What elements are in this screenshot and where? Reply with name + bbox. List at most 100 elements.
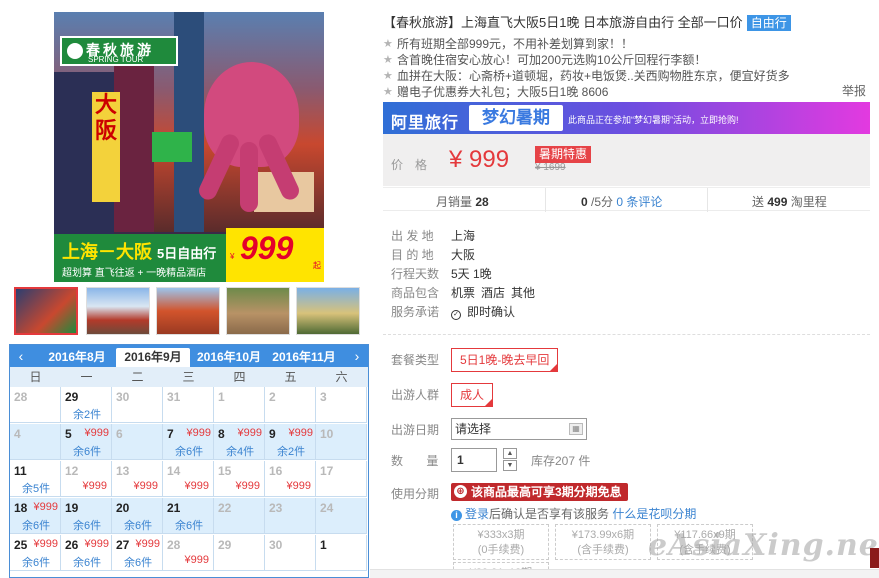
calendar-day-number: 19 [65, 501, 79, 515]
calendar-month-tab[interactable]: 2016年9月 [116, 348, 190, 367]
calendar-day[interactable]: 29 余2件 [61, 387, 112, 423]
calendar-day: 4 [10, 424, 61, 460]
promo-banner[interactable]: 阿里旅行 梦幻暑期 此商品正在参加“梦幻暑期”活动，立即抢购! [383, 102, 870, 134]
calendar-day-number: 31 [167, 390, 181, 404]
calendar-day-number: 18 [14, 501, 28, 515]
rating: 0 /5分 0 条评论 [581, 195, 663, 209]
calendar-day[interactable]: 26 ¥999 余6件 [61, 535, 112, 571]
login-link[interactable]: 登录 [465, 507, 489, 521]
banner-price-box: ¥ 999 起 [226, 228, 324, 282]
trip-details: 出 发 地上海 目 的 地大阪 行程天数 5天 1晚 商品包含 机票 酒店 其他 服务承… [391, 227, 861, 322]
calendar-month-tab[interactable]: 2016年10月 [192, 348, 266, 367]
calendar-day-number: 13 [116, 464, 130, 478]
installment-plan[interactable]: ¥333x3期 (0手续费) [453, 524, 549, 560]
calendar-day: 23 [265, 498, 316, 534]
stock-count: 库存207 件 [531, 454, 591, 468]
calendar-day[interactable]: 21 余6件 [163, 498, 214, 534]
calendar-day-number: 27 [116, 538, 130, 552]
calendar-day-number: 4 [14, 427, 21, 441]
calendar-day[interactable]: 5 ¥999 余6件 [61, 424, 112, 460]
building [174, 12, 204, 232]
calendar-day[interactable]: 27 ¥999 余6件 [112, 535, 163, 571]
detail-row-includes: 商品包含 机票 酒店 其他 [391, 286, 536, 300]
original-price: ¥ 1699 [535, 162, 566, 173]
reviews-link[interactable]: 0 条评论 [616, 195, 662, 209]
divider [383, 334, 870, 335]
departure-calendar: ‹ 2016年8月 2016年9月 2016年10月 2016年11月 › 日 一… [9, 344, 369, 578]
calendar-day-number: 5 [65, 427, 72, 441]
banner-route: 上海－大阪 [62, 242, 152, 262]
building [114, 42, 154, 232]
calendar-day: 28 ¥999 [163, 535, 214, 571]
quantity-input[interactable] [451, 448, 497, 472]
calendar-day-stock: 余4件 [226, 446, 255, 458]
calendar-day-number: 1 [320, 538, 327, 552]
calendar-day[interactable]: 25 ¥999 余6件 [10, 535, 61, 571]
calendar-day: 30 [265, 535, 316, 571]
calendar-day-price: ¥999 [184, 480, 209, 492]
calendar-day[interactable]: 20 余6件 [112, 498, 163, 534]
travel-date-input[interactable]: 请选择 [451, 418, 587, 440]
quantity-increase-button[interactable]: ▲ [503, 448, 517, 459]
promo-campaign: 梦幻暑期 [469, 105, 563, 131]
calendar-day-price: ¥999 [237, 427, 262, 439]
calendar-day-number: 23 [269, 501, 283, 515]
calendar-day[interactable]: 19 余6件 [61, 498, 112, 534]
highlight-item: ★ 血拼在大阪：心斋桥+道顿堀，药妆+电饭煲..关西购物胜东京，便宜好货多 [383, 69, 790, 83]
calendar-icon[interactable]: ▦ [569, 423, 583, 435]
calendar-day: 12 ¥999 [61, 461, 112, 497]
thumbnail[interactable] [86, 287, 150, 335]
thumbnail[interactable] [296, 287, 360, 335]
price-label: 价格 [391, 158, 440, 172]
calendar-day-stock: 余6件 [175, 446, 204, 458]
calendar-day[interactable]: 8 ¥999 余4件 [214, 424, 265, 460]
promo-brand: 阿里旅行 [391, 115, 460, 132]
calendar-day-number: 29 [65, 390, 79, 404]
calendar-day-number: 15 [218, 464, 232, 478]
calendar-weekday: 日 [29, 370, 42, 384]
star-icon: ★ [383, 86, 393, 98]
calendar-month-tab[interactable]: 2016年11月 [267, 348, 341, 367]
thumbnail[interactable] [156, 287, 220, 335]
calendar-prev-button[interactable]: ‹ [10, 345, 32, 367]
calendar-day-stock: 余6件 [73, 557, 102, 569]
calendar-day: 3 [316, 387, 367, 423]
calendar-day-stock: 余6件 [73, 446, 102, 458]
travelers-label: 出游人群 [391, 388, 440, 402]
detail-row-service: 服务承诺 ✓ 即时确认 [391, 305, 516, 320]
calendar-day-number: 16 [269, 464, 283, 478]
package-option[interactable]: 5日1晚-晚去早回 [451, 348, 559, 372]
calendar-next-button[interactable]: › [346, 345, 368, 367]
installment-icon: ⊕ [454, 485, 467, 498]
calendar-day-price: ¥999 [235, 480, 260, 492]
side-decoration [870, 548, 879, 568]
thumbnail[interactable] [226, 287, 290, 335]
report-link[interactable]: 举报 [842, 82, 866, 99]
calendar-day-stock: 余5件 [22, 483, 51, 495]
huabei-link[interactable]: 什么是花呗分期 [612, 507, 696, 521]
calendar-day[interactable]: 18 ¥999 余6件 [10, 498, 61, 534]
calendar-day[interactable]: 9 ¥999 余2件 [265, 424, 316, 460]
calendar-day-number: 28 [167, 538, 181, 552]
banner-price: 999 [240, 230, 294, 266]
calendar-weekday: 六 [335, 370, 348, 384]
main-product-image[interactable]: 大阪 春秋旅游 SPRING TOUR 上海－大阪 5日自由行 超划算 直飞往返… [54, 12, 324, 282]
calendar-day-number: 14 [167, 464, 181, 478]
divider [707, 188, 708, 212]
date-label: 出游日期 [391, 423, 440, 437]
calendar-month-tab[interactable]: 2016年8月 [40, 348, 114, 367]
calendar-weekday: 三 [182, 370, 195, 384]
installment-plan[interactable]: ¥173.99x6期 (含手续费) [555, 524, 651, 560]
highlight-item: ★ 所有班期全部999元，不用补差划算到家！！ [383, 37, 634, 51]
calendar-day-stock: 余6件 [124, 520, 153, 532]
traveler-option[interactable]: 成人 [451, 383, 494, 407]
thumbnail[interactable] [14, 287, 78, 335]
quantity-decrease-button[interactable]: ▼ [503, 460, 517, 471]
calendar-day: 1 [214, 387, 265, 423]
calendar-day[interactable]: 11 余5件 [10, 461, 61, 497]
calendar-day[interactable]: 7 ¥999 余6件 [163, 424, 214, 460]
banner-qi: 起 [313, 261, 321, 270]
calendar-day-number: 29 [218, 538, 232, 552]
calendar-day: 24 [316, 498, 367, 534]
banner-yen: ¥ [230, 252, 235, 261]
